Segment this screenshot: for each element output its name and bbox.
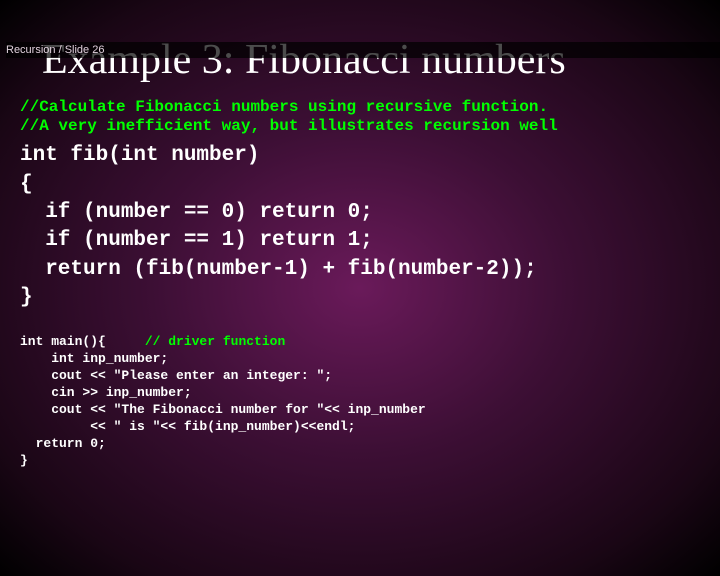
code-comment-block: //Calculate Fibonacci numbers using recu… (20, 98, 720, 136)
breadcrumb: Recursion / Slide 26 (6, 42, 720, 58)
driver-comment: // driver function (145, 334, 285, 349)
comment-line-1: //Calculate Fibonacci numbers using recu… (20, 98, 548, 116)
driver-main-signature: int main(){ (20, 334, 145, 349)
driver-function-code: int main(){ // driver function int inp_n… (20, 334, 720, 469)
comment-line-2: //A very inefficient way, but illustrate… (20, 117, 558, 135)
fib-function-code: int fib(int number) { if (number == 0) r… (20, 142, 720, 312)
driver-body: int inp_number; cout << "Please enter an… (20, 351, 426, 467)
